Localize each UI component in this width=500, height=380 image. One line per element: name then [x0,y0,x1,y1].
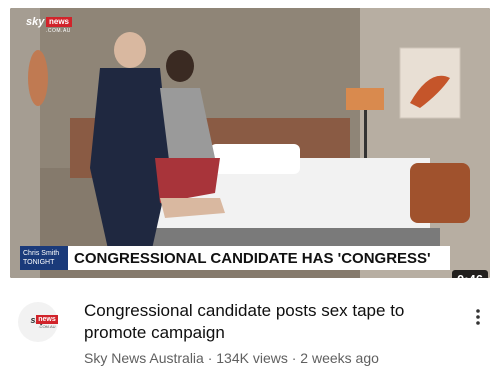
more-dots [476,309,480,325]
reporter-name: Chris Smith [23,250,60,257]
reporter-tag: Chris Smith TONIGHT [20,246,68,270]
thumbnail-scene [10,8,490,278]
sky-news-logo: sky news .COM.AU [26,16,73,38]
news-lower-third: Chris Smith TONIGHT CONGRESSIONAL CANDID… [20,246,450,270]
logo-sky-text: sky [26,16,45,28]
video-meta: Sky News Australia · 134K views · 2 week… [84,350,379,366]
avatar-domain-text: .COM.AU [38,324,56,329]
channel-avatar[interactable]: sky news .COM.AU [18,302,58,342]
video-title[interactable]: Congressional candidate posts sex tape t… [84,300,444,344]
video-thumbnail[interactable]: sky news .COM.AU Chris Smith TONIGHT CON… [10,8,490,278]
logo-domain-text: .COM.AU [46,28,71,34]
video-duration-badge: 0:46 [452,270,489,278]
avatar-news-text: news [36,315,58,324]
headline-text: CONGRESSIONAL CANDIDATE HAS 'CONGRESS' [74,249,431,267]
reporter-show: TONIGHT [23,259,55,266]
logo-news-text: news [46,17,73,27]
more-vertical-icon[interactable] [470,305,486,329]
